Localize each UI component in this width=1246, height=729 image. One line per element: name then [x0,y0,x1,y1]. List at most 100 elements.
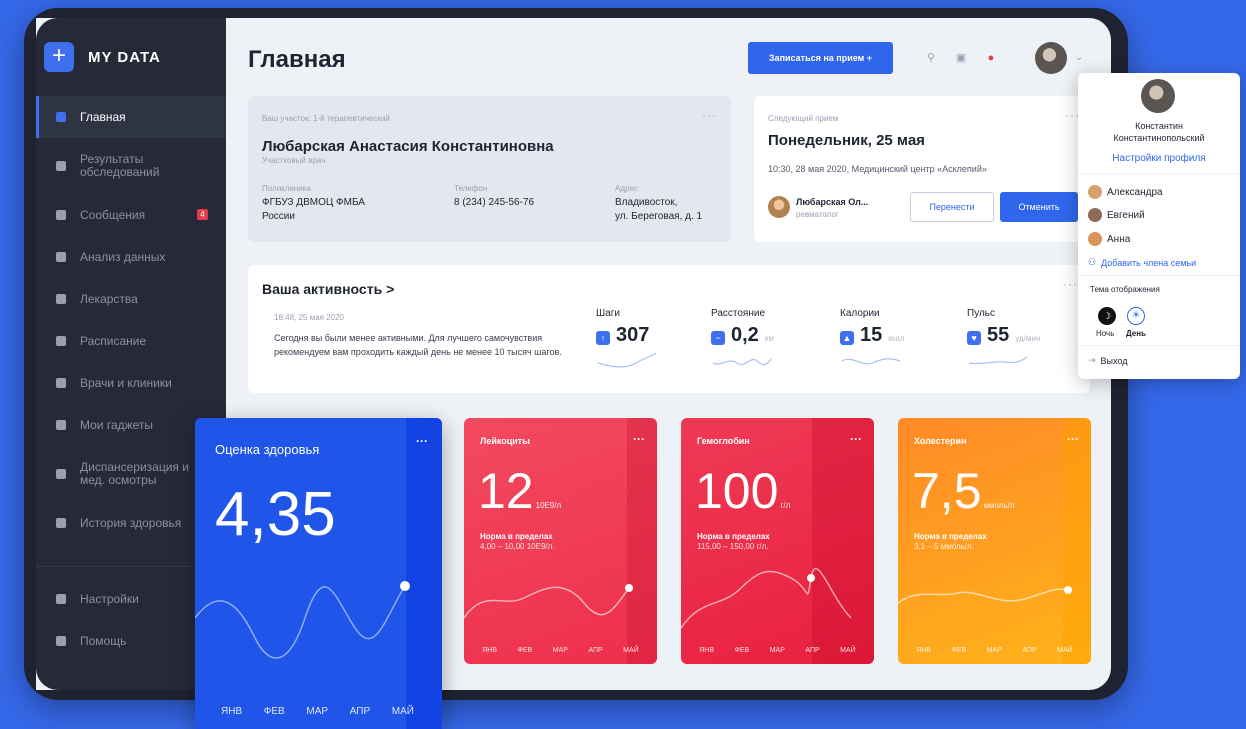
card-unit: 10Е9/л [535,501,562,510]
family-member-item[interactable]: Анна [1088,232,1130,246]
profile-settings-link[interactable]: Настройки профиля [1078,153,1240,164]
sun-icon[interactable]: ☀ [1127,307,1145,325]
month-label: АПР [805,647,820,654]
device-icon [56,420,66,430]
month-axis: ЯНВ ФЕВ МАР АПР МАЙ [898,647,1091,654]
sidebar-item-results[interactable]: Результаты обследований [36,138,226,194]
month-label: АПР [588,647,603,654]
more-icon[interactable]: ··· [633,432,645,446]
moon-icon[interactable]: ☽ [1098,307,1116,325]
card-value: 4,35 [215,480,336,549]
flame-icon: ▲ [840,331,854,345]
clinic-name-line2: России [262,211,295,222]
sidebar-item-schedule[interactable]: Расписание [36,320,226,362]
sidebar-item-label: Диспансеризация и мед. осмотры [80,460,189,487]
pulse-sparkline [968,356,1028,365]
book-appointment-button[interactable]: Записаться на прием + [748,42,893,74]
sidebar-item-doctors[interactable]: Врачи и клиники [36,362,226,404]
cart-icon[interactable]: ▣ [955,52,967,64]
steps-icon: ↑ [596,331,610,345]
month-label: МАР [552,647,568,654]
calendar-icon [56,336,66,346]
metric-pulse[interactable]: Пульс ♥ 55 уд/мин [967,308,1040,369]
cholesterol-card[interactable]: Холестерин ··· 7,5 ммоль/л Норма в предел… [898,418,1091,664]
sidebar-item-home[interactable]: Главная [36,96,226,138]
metric-label: Шаги [596,308,620,319]
activity-title[interactable]: Ваша активность > [262,281,394,297]
month-label: МАЙ [391,706,414,717]
reschedule-button[interactable]: Перенести [910,192,994,222]
chevron-down-icon[interactable]: ⌄ [1075,52,1083,63]
norm-range: 4,00 – 10,00 10Е9/л. [480,542,555,551]
sidebar-item-medicines[interactable]: Лекарства [36,278,226,320]
distance-icon: ~ [711,331,725,345]
card-value: 100 [695,463,779,519]
more-icon[interactable]: ··· [416,434,428,448]
appointment-details: 10:30, 28 мая 2020, Медицинский центр «А… [768,164,987,174]
metric-label: Калории [840,308,880,319]
profile-avatar [1141,79,1175,113]
more-icon[interactable]: ··· [702,108,717,122]
doctor-avatar [768,196,790,218]
sidebar-item-label: История здоровья [80,516,182,530]
month-label: ЯНВ [699,647,715,654]
metric-unit: ккал [888,334,905,343]
card-title: Оценка здоровья [215,442,320,457]
search-icon[interactable]: ⚲ [925,52,937,64]
bell-icon[interactable]: ● [985,52,997,64]
metric-distance[interactable]: Расстояние ~0,2 км [711,308,774,369]
metric-unit: км [764,334,774,343]
leukocytes-card[interactable]: Лейкоциты ··· 12 10Е9/л Норма в пределах … [464,418,657,664]
clinic-name-line1: ФГБУЗ ДВМОЦ ФМБА [262,197,365,208]
unread-badge: 4 [197,209,208,220]
metric-value: 55 [987,324,1010,346]
month-label: МАР [769,647,785,654]
leukocytes-trend [464,584,633,619]
metric-steps[interactable]: Шаги ↑ 307 [596,308,658,369]
metric-calories[interactable]: Калории ▲ 15 ккал [840,308,905,369]
month-label: ЯНВ [221,706,243,717]
month-label: МАЙ [623,647,639,654]
avatar[interactable] [1035,42,1067,74]
sidebar-item-messages[interactable]: Сообщения 4 [36,194,226,236]
norm-range: 115,00 – 150,00 г/л. [697,542,769,551]
month-label: ФЕВ [734,647,750,654]
cancel-button[interactable]: Отменить [1000,192,1078,222]
divider [1078,173,1240,174]
month-axis: ЯНВ ФЕВ МАР АПР МАЙ [464,647,657,654]
heart-icon: ♥ [967,331,981,345]
hemoglobin-card[interactable]: Гемоглобин ··· 100 г/л Норма в пределах 1… [681,418,874,664]
health-score-card[interactable]: Оценка здоровья ··· 4,35 ЯНВ ФЕВ МАР АПР МАЙ [195,418,442,729]
family-member-name: Евгений [1107,209,1145,221]
family-member-item[interactable]: Александра [1088,185,1163,199]
logout-icon: ⇥ [1088,355,1096,365]
doctor-card: Ваш участок: 1-й терапевтический ··· Люб… [248,96,731,242]
card-title: Холестерин [914,436,967,446]
sidebar-item-label: Главная [80,110,126,124]
norm-title: Норма в пределах [914,532,987,541]
more-icon[interactable]: ··· [850,432,862,446]
doctor-role: Участковый врач [262,156,326,165]
users-icon: ⚇ [1088,257,1097,267]
metric-value: 15 [860,324,883,346]
family-member-name: Анна [1107,233,1131,245]
sidebar-item-label: Расписание [80,334,147,348]
sidebar-item-analysis[interactable]: Анализ данных [36,236,226,278]
sidebar-item-label: Сообщения [80,208,146,222]
more-icon[interactable]: ··· [1067,432,1079,446]
logo[interactable]: + MY DATA [44,42,161,72]
metric-label: Расстояние [711,308,766,319]
doctor-icon [56,378,66,388]
logout-button[interactable]: ⇥ Выход [1088,355,1127,366]
more-icon[interactable]: ··· [1063,277,1078,291]
add-family-link[interactable]: ⚇ Добавить члена семьи [1088,257,1196,268]
card-value-row: 12 10Е9/л [478,466,561,516]
clinic-label: Поликлиника [262,184,311,193]
family-avatar [1088,208,1102,222]
phone-value[interactable]: 8 (234) 245-56-76 [454,197,534,208]
appointment-doctor-specialty: ревматолог [796,210,839,219]
sidebar-item-label: Мои гаджеты [80,418,154,432]
card-value: 7,5 [912,463,982,519]
family-member-item[interactable]: Евгений [1088,208,1145,222]
pill-icon [56,294,66,304]
